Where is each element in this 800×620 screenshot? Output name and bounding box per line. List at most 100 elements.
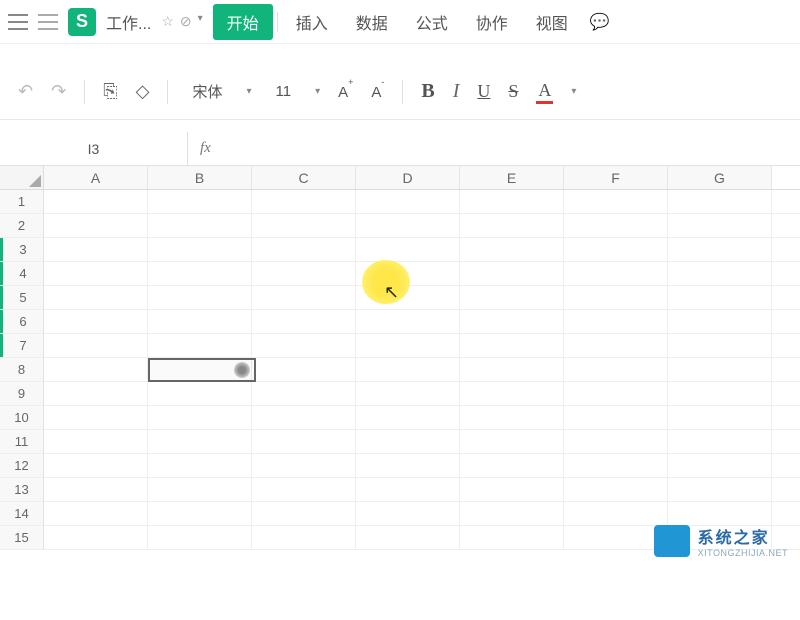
row-header[interactable]: 8 xyxy=(0,358,44,381)
cell[interactable] xyxy=(460,454,564,477)
menu-start[interactable]: 开始 xyxy=(213,4,273,40)
cell[interactable] xyxy=(460,358,564,381)
list-icon[interactable] xyxy=(38,14,58,30)
cell[interactable] xyxy=(356,262,460,285)
cell[interactable] xyxy=(356,478,460,501)
row-header[interactable]: 2 xyxy=(0,214,44,237)
cell[interactable] xyxy=(460,406,564,429)
eraser-icon[interactable]: ◇ xyxy=(136,81,150,102)
cell[interactable] xyxy=(460,238,564,261)
redo-icon[interactable]: ↷ xyxy=(51,81,66,102)
cell[interactable] xyxy=(252,286,356,309)
cell[interactable] xyxy=(44,262,148,285)
cell[interactable] xyxy=(148,214,252,237)
col-header-f[interactable]: F xyxy=(564,166,668,189)
fx-label[interactable]: fx xyxy=(188,140,223,157)
cell[interactable] xyxy=(668,190,772,213)
row-header[interactable]: 7 xyxy=(0,334,44,357)
cell[interactable] xyxy=(564,382,668,405)
undo-icon[interactable]: ↶ xyxy=(18,81,33,102)
cell[interactable] xyxy=(668,286,772,309)
cell[interactable] xyxy=(460,502,564,525)
cell[interactable] xyxy=(356,334,460,357)
cell[interactable] xyxy=(148,310,252,333)
menu-view[interactable]: 视图 xyxy=(522,4,582,40)
cell[interactable] xyxy=(252,190,356,213)
cell[interactable] xyxy=(356,214,460,237)
cell[interactable] xyxy=(148,286,252,309)
menu-toggle-icon[interactable] xyxy=(8,14,28,30)
underline-button[interactable]: U xyxy=(477,81,490,102)
cell[interactable] xyxy=(44,406,148,429)
strikethrough-button[interactable]: S xyxy=(508,81,518,102)
cell[interactable] xyxy=(564,478,668,501)
cell[interactable] xyxy=(148,358,252,381)
cell[interactable] xyxy=(668,310,772,333)
cell[interactable] xyxy=(148,334,252,357)
font-decrease-button[interactable]: A- xyxy=(371,83,384,101)
cell[interactable] xyxy=(252,526,356,549)
cell[interactable] xyxy=(148,406,252,429)
cell[interactable] xyxy=(252,382,356,405)
cell[interactable] xyxy=(356,406,460,429)
dropdown-icon[interactable]: ▾ xyxy=(198,13,203,30)
cell[interactable] xyxy=(356,286,460,309)
cell[interactable] xyxy=(44,502,148,525)
formula-input[interactable] xyxy=(223,132,800,165)
italic-button[interactable]: I xyxy=(453,80,460,103)
cell[interactable] xyxy=(668,454,772,477)
comment-icon[interactable]: 💬 xyxy=(590,12,610,32)
cell[interactable] xyxy=(44,190,148,213)
cell[interactable] xyxy=(460,190,564,213)
star-icon[interactable]: ☆ xyxy=(161,13,174,30)
cell[interactable] xyxy=(252,406,356,429)
col-header-d[interactable]: D xyxy=(356,166,460,189)
cell[interactable] xyxy=(668,382,772,405)
cell[interactable] xyxy=(252,214,356,237)
cell[interactable] xyxy=(252,334,356,357)
row-header[interactable]: 14 xyxy=(0,502,44,525)
cell[interactable] xyxy=(44,478,148,501)
cell[interactable] xyxy=(44,430,148,453)
font-increase-button[interactable]: A+ xyxy=(338,83,353,101)
row-header[interactable]: 1 xyxy=(0,190,44,213)
cell[interactable] xyxy=(460,214,564,237)
cell[interactable] xyxy=(460,430,564,453)
row-header[interactable]: 6 xyxy=(0,310,44,333)
cell[interactable] xyxy=(356,454,460,477)
cell[interactable] xyxy=(44,358,148,381)
cell[interactable] xyxy=(252,502,356,525)
cell[interactable] xyxy=(148,502,252,525)
row-header[interactable]: 5 xyxy=(0,286,44,309)
dropdown-icon[interactable]: ▾ xyxy=(571,86,576,97)
cell[interactable] xyxy=(668,262,772,285)
cell[interactable] xyxy=(668,406,772,429)
check-icon[interactable]: ⊘ xyxy=(180,13,192,30)
cell[interactable] xyxy=(564,430,668,453)
cell[interactable] xyxy=(44,382,148,405)
cell[interactable] xyxy=(564,454,668,477)
cell[interactable] xyxy=(252,454,356,477)
select-all-corner[interactable] xyxy=(0,166,44,189)
cell[interactable] xyxy=(148,454,252,477)
row-header[interactable]: 4 xyxy=(0,262,44,285)
cell[interactable] xyxy=(252,358,356,381)
cell[interactable] xyxy=(44,454,148,477)
name-box[interactable]: I3 xyxy=(0,132,188,165)
row-header[interactable]: 13 xyxy=(0,478,44,501)
cell[interactable] xyxy=(252,430,356,453)
cell[interactable] xyxy=(460,262,564,285)
app-logo[interactable]: S xyxy=(68,8,96,36)
cell[interactable] xyxy=(148,190,252,213)
cell[interactable] xyxy=(148,430,252,453)
cell[interactable] xyxy=(460,382,564,405)
cell[interactable] xyxy=(356,358,460,381)
font-color-button[interactable]: A xyxy=(536,80,553,104)
cell[interactable] xyxy=(148,382,252,405)
col-header-b[interactable]: B xyxy=(148,166,252,189)
cell[interactable] xyxy=(148,238,252,261)
cell[interactable] xyxy=(460,286,564,309)
cell[interactable] xyxy=(564,286,668,309)
cell[interactable] xyxy=(668,478,772,501)
cell[interactable] xyxy=(564,502,668,525)
